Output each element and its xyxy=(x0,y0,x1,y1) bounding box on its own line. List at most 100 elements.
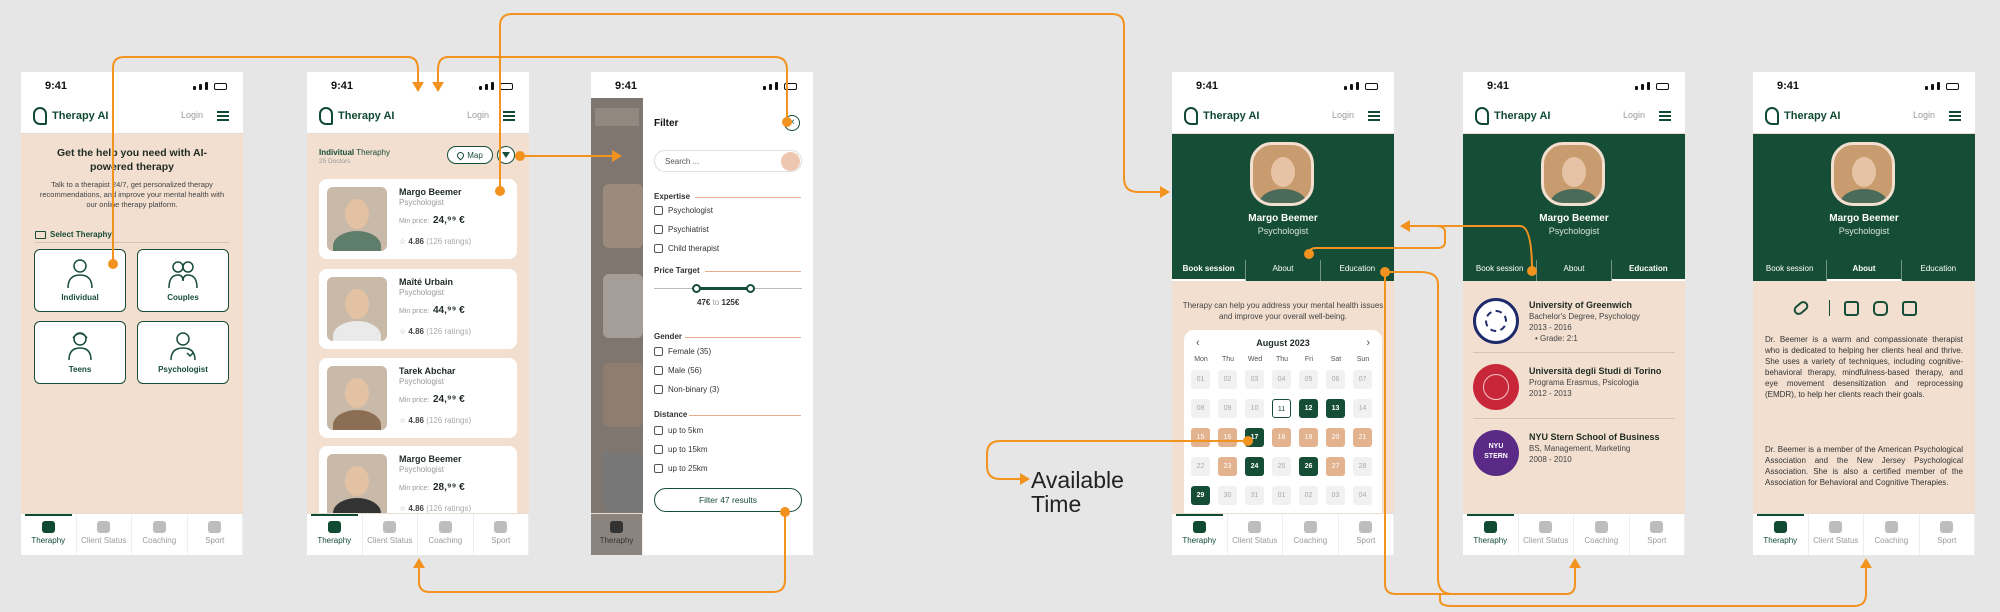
price-slider[interactable] xyxy=(654,284,802,293)
distance-option[interactable]: up to 25km xyxy=(654,464,708,473)
tab-theraphy[interactable]: Theraphy xyxy=(307,514,363,555)
login-link[interactable]: Login xyxy=(181,110,203,120)
next-month-button[interactable]: › xyxy=(1366,337,1370,349)
gender-option[interactable]: Female (35) xyxy=(654,347,711,356)
calendar-day[interactable]: 13 xyxy=(1326,399,1345,418)
category-couples[interactable]: Couples xyxy=(137,249,229,312)
tab-client-status[interactable]: Client Status xyxy=(1228,514,1283,555)
tab-coaching[interactable]: Coaching xyxy=(1283,514,1339,555)
tab-sport[interactable]: Sport xyxy=(1630,514,1685,555)
distance-option[interactable]: up to 15km xyxy=(654,445,708,454)
coaching-icon xyxy=(438,521,452,533)
tab-theraphy[interactable]: Theraphy xyxy=(591,514,643,555)
tab-sport[interactable]: Sport xyxy=(188,514,243,555)
tab-about[interactable]: About xyxy=(1537,260,1612,281)
login-link[interactable]: Login xyxy=(1332,110,1354,120)
category-individual[interactable]: Individual xyxy=(34,249,126,312)
dimmed-backdrop[interactable] xyxy=(591,98,643,555)
tab-coaching[interactable]: Coaching xyxy=(418,514,474,555)
clipboard-icon xyxy=(1539,521,1553,533)
book-intro: Therapy can help you address your mental… xyxy=(1182,301,1384,321)
tab-client-status[interactable]: Client Status xyxy=(1519,514,1574,555)
funnel-icon xyxy=(502,152,510,158)
expertise-option[interactable]: Psychiatrist xyxy=(654,225,709,234)
app-logo[interactable]: Therapy AI xyxy=(1475,107,1550,125)
tab-book-session[interactable]: Book session xyxy=(1172,260,1247,281)
tab-client-status[interactable]: Client Status xyxy=(1809,514,1864,555)
app-logo[interactable]: Therapy AI xyxy=(319,107,394,125)
tab-education[interactable]: Education xyxy=(1902,260,1975,281)
distance-option[interactable]: up to 5km xyxy=(654,426,703,435)
calendar-day: 30 xyxy=(1218,486,1237,505)
tab-sport[interactable]: Sport xyxy=(1339,514,1394,555)
menu-icon[interactable] xyxy=(217,111,229,121)
star-icon: ☆ xyxy=(399,237,407,246)
login-link[interactable]: Login xyxy=(467,110,489,120)
expertise-option[interactable]: Child therapist xyxy=(654,244,719,253)
theraphy-icon xyxy=(1483,521,1497,533)
tab-theraphy[interactable]: Theraphy xyxy=(1172,514,1228,555)
tab-client-status[interactable]: Client Status xyxy=(363,514,418,555)
calendar-day: 05 xyxy=(1299,370,1318,389)
calendar-day[interactable]: 26 xyxy=(1299,457,1318,476)
tab-client-status[interactable]: Client Status xyxy=(77,514,132,555)
tab-book-session[interactable]: Book session xyxy=(1463,260,1538,281)
tab-theraphy[interactable]: Theraphy xyxy=(1463,514,1519,555)
tab-theraphy[interactable]: Theraphy xyxy=(21,514,77,555)
instagram-icon[interactable] xyxy=(1873,300,1888,316)
therapist-card[interactable]: Margo Beemer Psychologist Min price: 24,⁹⁹ … xyxy=(319,179,517,259)
coaching-icon xyxy=(1884,521,1898,533)
tab-sport[interactable]: Sport xyxy=(474,514,529,555)
app-logo[interactable]: Therapy AI xyxy=(33,107,108,125)
calendar-day[interactable]: 17 xyxy=(1245,428,1264,447)
map-button[interactable]: Map xyxy=(447,146,493,164)
link-icon[interactable] xyxy=(1791,299,1811,317)
calendar-day: 04 xyxy=(1272,370,1291,389)
app-logo[interactable]: Therapy AI xyxy=(1765,107,1840,125)
app-logo[interactable]: Therapy AI xyxy=(1184,107,1259,125)
profile-tabs: Book session About Education xyxy=(1753,260,1975,281)
calendar-day[interactable]: 12 xyxy=(1299,399,1318,418)
search-icon[interactable] xyxy=(781,152,800,171)
calendar-day[interactable]: 11 xyxy=(1272,399,1291,418)
menu-icon[interactable] xyxy=(503,111,515,121)
tab-about[interactable]: About xyxy=(1827,260,1902,281)
calendar-day[interactable]: 24 xyxy=(1245,457,1264,476)
therapist-rating: ☆ 4.86 (126 ratings) xyxy=(399,504,472,513)
linkedin-icon[interactable] xyxy=(1844,300,1859,316)
tab-education[interactable]: Education xyxy=(1321,260,1394,281)
tab-education[interactable]: Education xyxy=(1611,260,1685,281)
status-icons xyxy=(763,82,797,90)
therapist-card[interactable]: Maîté Urbain Psychologist Min price: 44,⁹⁹ … xyxy=(319,269,517,349)
tab-theraphy[interactable]: Theraphy xyxy=(1753,514,1809,555)
apply-filter-button[interactable]: Filter 47 results xyxy=(654,488,802,512)
gender-option[interactable]: Non-binary (3) xyxy=(654,385,719,394)
tab-about[interactable]: About xyxy=(1246,260,1321,281)
tab-coaching[interactable]: Coaching xyxy=(1864,514,1920,555)
menu-icon[interactable] xyxy=(1949,111,1961,121)
login-link[interactable]: Login xyxy=(1913,110,1935,120)
therapist-name: Margo Beemer xyxy=(399,454,462,464)
education-degree: Bachelor's Degree, Psychology xyxy=(1529,312,1640,321)
menu-icon[interactable] xyxy=(1659,111,1671,121)
slider-handle-min[interactable] xyxy=(692,284,701,293)
education-school: Università degli Studi di Torino xyxy=(1529,366,1662,376)
category-psychologist[interactable]: Psychologist xyxy=(137,321,229,384)
login-link[interactable]: Login xyxy=(1623,110,1645,120)
gender-option[interactable]: Male (56) xyxy=(654,366,702,375)
tab-sport[interactable]: Sport xyxy=(1920,514,1975,555)
list-subtitle: 25 Doctors xyxy=(319,158,351,165)
search-input[interactable]: Search ... xyxy=(654,150,802,172)
expertise-option[interactable]: Psychologist xyxy=(654,206,713,215)
tab-book-session[interactable]: Book session xyxy=(1753,260,1828,281)
slider-handle-max[interactable] xyxy=(746,284,755,293)
filter-button[interactable] xyxy=(497,146,515,164)
therapist-card[interactable]: Tarek Abchar Psychologist Min price: 24,⁹⁹ … xyxy=(319,358,517,438)
menu-icon[interactable] xyxy=(1368,111,1380,121)
facebook-icon[interactable] xyxy=(1902,300,1917,316)
category-teens[interactable]: Teens xyxy=(34,321,126,384)
tab-coaching[interactable]: Coaching xyxy=(132,514,188,555)
close-button[interactable]: × xyxy=(784,115,800,131)
tab-coaching[interactable]: Coaching xyxy=(1574,514,1630,555)
calendar-day[interactable]: 29 xyxy=(1191,486,1210,505)
